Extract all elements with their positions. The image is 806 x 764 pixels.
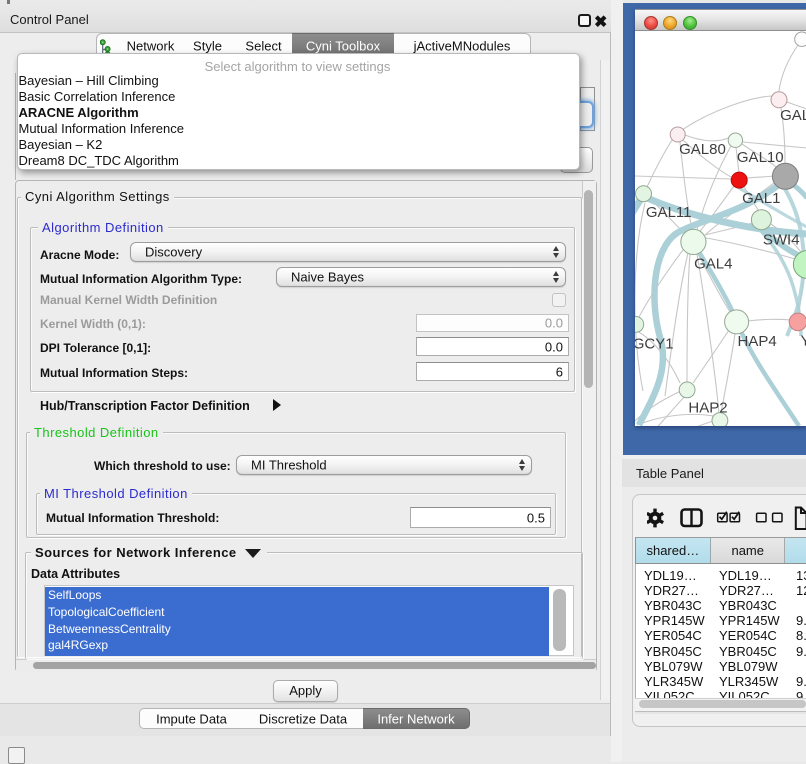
- svg-text:GAL4: GAL4: [694, 255, 732, 272]
- svg-text:SWI4: SWI4: [762, 231, 799, 248]
- svg-text:GAL11: GAL11: [645, 204, 691, 221]
- svg-text:GAL80: GAL80: [679, 141, 726, 158]
- svg-text:GAL1: GAL1: [742, 190, 780, 207]
- svg-text:YEL: YEL: [800, 332, 806, 349]
- svg-text:GCY1: GCY1: [635, 335, 674, 352]
- svg-text:GAL10: GAL10: [736, 149, 783, 166]
- svg-text:HAP4: HAP4: [737, 333, 776, 350]
- svg-text:HAP2: HAP2: [688, 399, 727, 416]
- svg-text:GAL7: GAL7: [780, 107, 806, 124]
